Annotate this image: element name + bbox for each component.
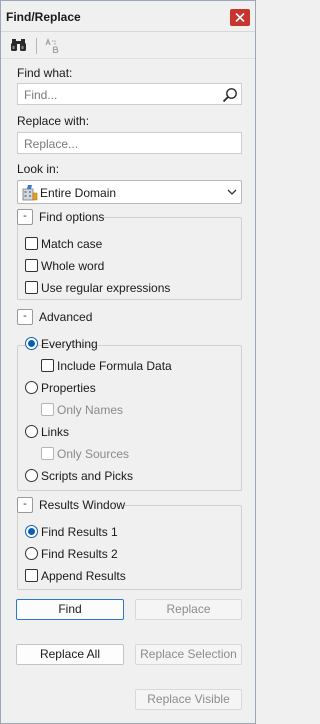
checkbox-box [25, 237, 38, 250]
replace-input[interactable] [24, 136, 214, 151]
checkbox-box [41, 447, 54, 460]
replace-box [17, 132, 242, 154]
replace-button[interactable]: Replace [135, 599, 242, 620]
find-options-title: Find options [39, 210, 105, 224]
advanced-header: - Advanced [17, 309, 93, 325]
whole-word-label: Whole word [41, 259, 105, 273]
replace-all-button[interactable]: Replace All [16, 644, 124, 665]
replace-mode-button[interactable] [43, 37, 63, 54]
look-in-label: Look in: [17, 162, 60, 176]
radio-dot [25, 547, 38, 560]
find-input[interactable] [24, 87, 214, 102]
regex-label: Use regular expressions [41, 281, 171, 295]
find-what-label: Find what: [17, 66, 73, 80]
radio-dot [25, 381, 38, 394]
find-results-2-label: Find Results 2 [41, 547, 118, 561]
find-button[interactable]: Find [16, 599, 124, 620]
everything-radio[interactable]: Everything [25, 336, 105, 352]
advanced-collapse-button[interactable]: - [17, 309, 33, 325]
links-label: Links [41, 425, 70, 439]
window-title: Find/Replace [6, 10, 81, 24]
close-icon [235, 13, 245, 22]
title-bar: Find/Replace [1, 1, 255, 32]
radio-dot [25, 337, 38, 350]
replace-with-label: Replace with: [17, 114, 90, 128]
checkbox-box [41, 359, 54, 372]
look-in-value: Entire Domain [40, 186, 117, 200]
find-results-2-radio[interactable]: Find Results 2 [25, 546, 125, 562]
find-results-1-label: Find Results 1 [41, 525, 118, 539]
properties-radio[interactable]: Properties [25, 380, 105, 396]
scripts-picks-label: Scripts and Picks [41, 469, 134, 483]
find-results-1-radio[interactable]: Find Results 1 [25, 524, 125, 540]
find-box [17, 83, 242, 105]
replace-icon [45, 37, 59, 54]
look-in-dropdown[interactable]: Entire Domain [17, 180, 242, 204]
only-names-checkbox[interactable]: Only Names [41, 402, 124, 418]
regex-checkbox[interactable]: Use regular expressions [25, 280, 170, 296]
results-window-collapse-button[interactable]: - [17, 497, 33, 513]
properties-label: Properties [41, 381, 96, 395]
match-case-label: Match case [41, 237, 103, 251]
everything-label: Everything [41, 337, 98, 351]
append-results-checkbox[interactable]: Append Results [25, 568, 126, 584]
find-options-header: - Find options [17, 209, 105, 225]
radio-dot [25, 469, 38, 482]
checkbox-box [25, 259, 38, 272]
include-formula-label: Include Formula Data [57, 359, 172, 373]
search-icon[interactable] [222, 87, 238, 103]
only-sources-checkbox[interactable]: Only Sources [41, 446, 131, 462]
only-sources-label: Only Sources [57, 447, 130, 461]
chevron-down-icon [227, 189, 237, 195]
replace-visible-button[interactable]: Replace Visible [135, 689, 242, 710]
include-formula-checkbox[interactable]: Include Formula Data [41, 358, 172, 374]
find-mode-button[interactable] [10, 38, 30, 54]
advanced-title: Advanced [39, 310, 93, 324]
whole-word-checkbox[interactable]: Whole word [25, 258, 105, 274]
results-window-title: Results Window [39, 498, 126, 512]
results-window-header: - Results Window [17, 497, 126, 513]
scripts-picks-radio[interactable]: Scripts and Picks [25, 468, 135, 484]
match-case-checkbox[interactable]: Match case [25, 236, 105, 252]
links-radio[interactable]: Links [25, 424, 85, 440]
close-button[interactable] [230, 9, 250, 26]
find-replace-window: Find/Replace Find what: Find... Replace … [0, 0, 256, 724]
checkbox-box [25, 281, 38, 294]
domain-icon [22, 185, 38, 201]
only-names-label: Only Names [57, 403, 124, 417]
toolbar-separator [36, 38, 37, 54]
binoculars-icon [11, 39, 26, 51]
toolbar [1, 33, 255, 59]
append-results-label: Append Results [41, 569, 126, 583]
find-options-collapse-button[interactable]: - [17, 209, 33, 225]
checkbox-box [41, 403, 54, 416]
checkbox-box [25, 569, 38, 582]
replace-selection-button[interactable]: Replace Selection [135, 644, 242, 665]
radio-dot [25, 425, 38, 438]
radio-dot [25, 525, 38, 538]
